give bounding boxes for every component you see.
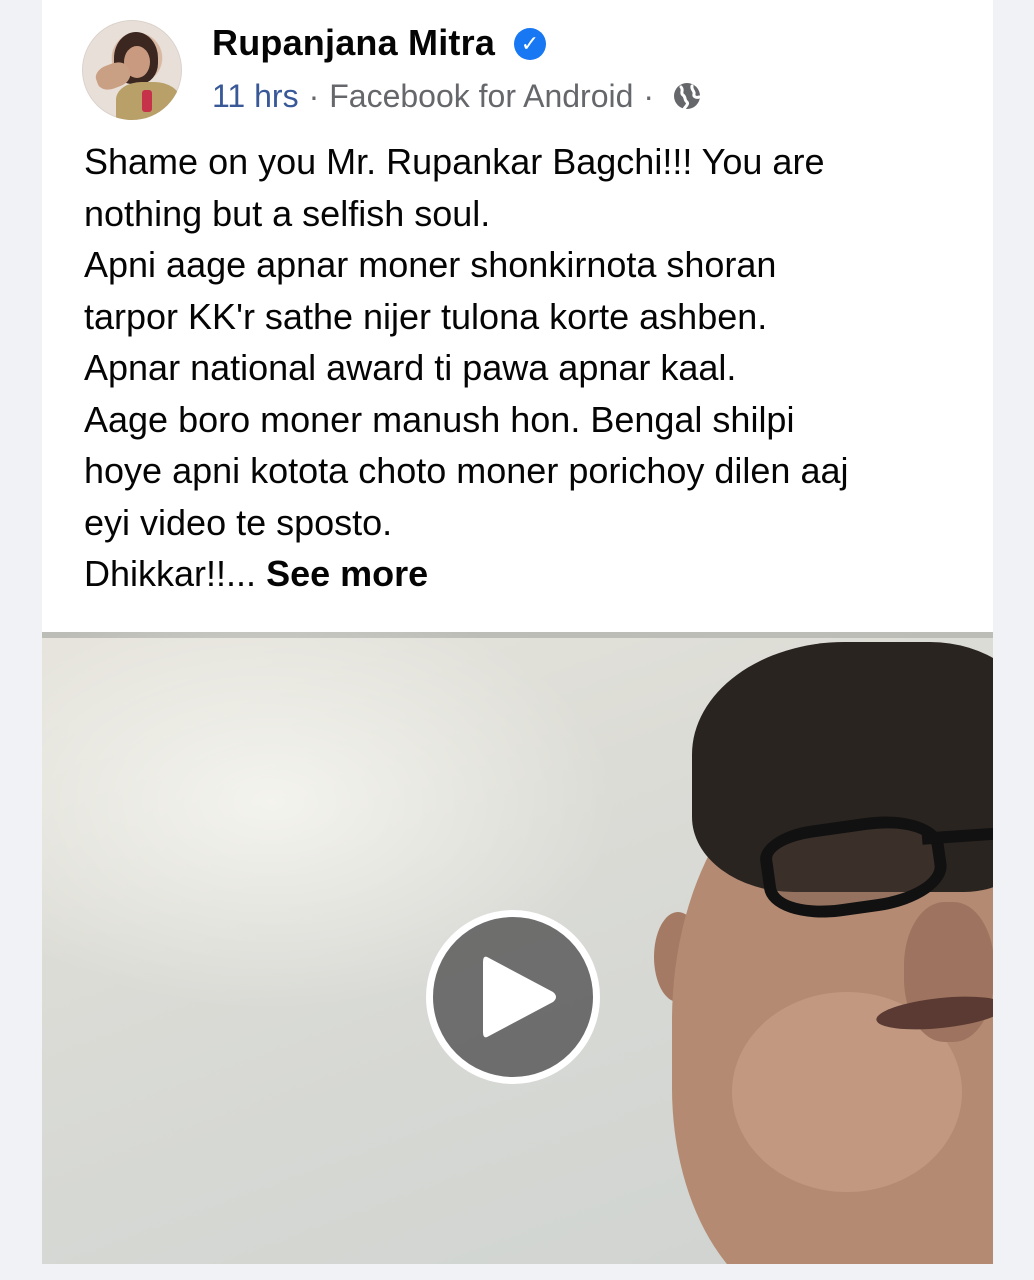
post-timestamp[interactable]: 11 hrs: [212, 78, 299, 115]
post-text-line: Aage boro moner manush hon. Bengal shilp…: [84, 398, 795, 440]
post-text-line: Apnar national award ti pawa apnar kaal.: [84, 347, 737, 388]
avatar-accent: [142, 90, 152, 112]
see-more-link[interactable]: See more: [266, 553, 428, 594]
author-avatar[interactable]: [82, 20, 182, 120]
post-text-line: hoye apni kotota choto moner porichoy di…: [84, 450, 849, 491]
video-player[interactable]: [42, 632, 993, 1264]
globe-icon[interactable]: [672, 81, 702, 111]
post-text-line: Apni aage apnar moner shonkirnota shoran: [84, 244, 777, 285]
play-icon: [483, 956, 556, 1038]
post-text-last-line: Dhikkar!!... See more: [84, 548, 964, 600]
verified-badge-icon: ✓: [514, 28, 546, 60]
post-source: Facebook for Android: [329, 77, 634, 114]
post-text-line: tarpor KK'r sathe nijer tulona korte ash…: [84, 295, 768, 337]
post-text-truncated: Dhikkar!!...: [84, 553, 257, 594]
meta-separator: ·: [643, 77, 655, 114]
post-text-line: eyi video te sposto.: [84, 501, 393, 543]
author-name[interactable]: Rupanjana Mitra: [212, 22, 495, 64]
post-card: Rupanjana Mitra ✓ 11 hrs · Facebook for …: [42, 0, 993, 1264]
play-button[interactable]: [426, 910, 600, 1084]
post-body: Shame on you Mr. Rupankar Bagchi!!! You …: [84, 136, 964, 600]
post-text-line: nothing but a selfish soul.: [84, 192, 491, 234]
post-meta: 11 hrs · Facebook for Android ·: [212, 76, 702, 116]
post-text-line: Shame on you Mr. Rupankar Bagchi!!! You …: [84, 141, 825, 182]
meta-separator: ·: [308, 77, 320, 114]
